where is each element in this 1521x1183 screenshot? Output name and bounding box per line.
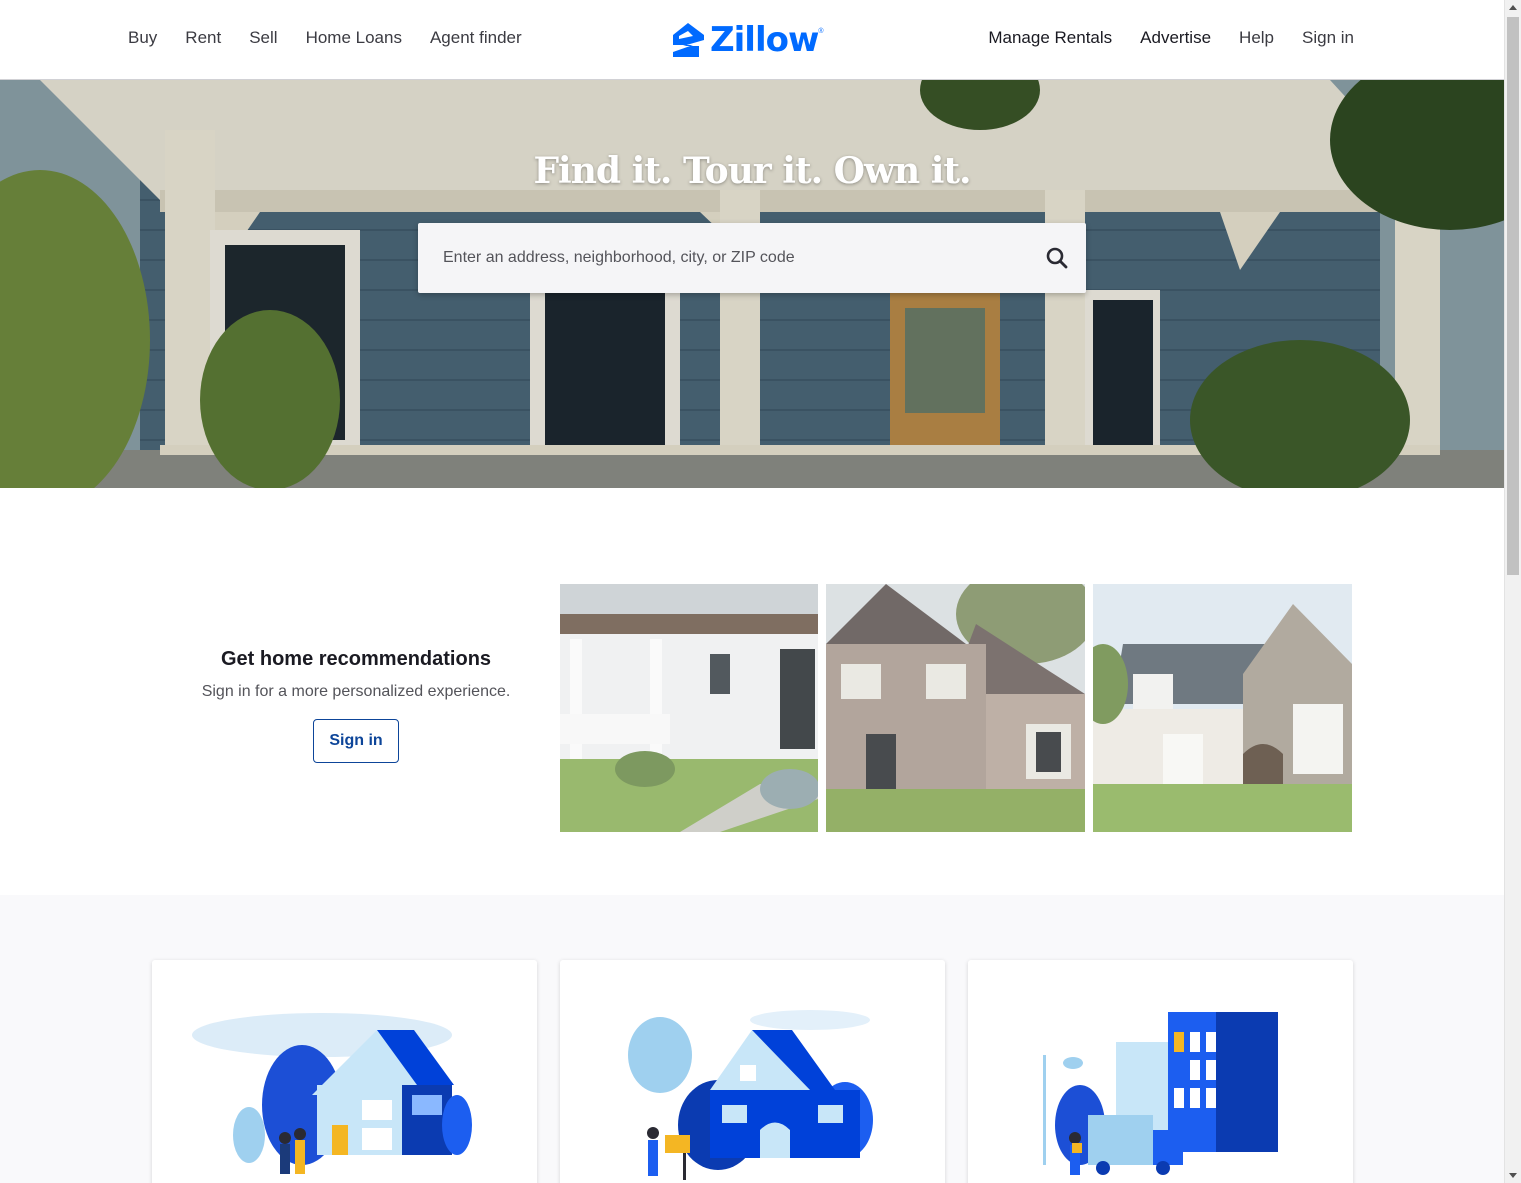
logo-wordmark: Zillow [710,20,819,60]
nav-buy[interactable]: Buy [128,28,157,48]
nav-manage-rentals[interactable]: Manage Rentals [988,28,1112,48]
zillow-logo[interactable]: Zillow ® [671,22,824,58]
nav-advertise[interactable]: Advertise [1140,28,1211,48]
nav-sign-in[interactable]: Sign in [1302,28,1354,48]
buy-home-illustration [192,1013,472,1174]
hero-headline: Find it. Tour it. Own it. [533,150,971,192]
recommendations-subtitle: Sign in for a more personalized experien… [201,683,511,700]
search-input[interactable] [418,223,1018,293]
secondary-nav: Manage Rentals Advertise Help Sign in [960,28,1354,48]
sell-a-home-card[interactable] [560,960,945,1183]
rent-home-illustration [1043,1012,1278,1175]
recommendations-sign-in-button[interactable]: Sign in [313,719,399,763]
scroll-down-arrow-icon[interactable] [1509,1173,1517,1178]
recommendations-title: Get home recommendations [220,648,492,670]
primary-nav: Buy Rent Sell Home Loans Agent finder [128,28,550,48]
logo-registered-mark: ® [818,28,824,35]
sell-home-illustration [628,1010,873,1180]
scroll-up-arrow-icon[interactable] [1509,5,1517,10]
recommended-home-photo-3 [1093,584,1352,832]
nav-help[interactable]: Help [1239,28,1274,48]
recommended-home-photo-2 [826,584,1085,832]
home-recommendations-section: Get home recommendations Sign in for a m… [0,488,1504,895]
nav-agent-finder[interactable]: Agent finder [430,28,522,48]
hero-banner: Find it. Tour it. Own it. [0,80,1504,488]
top-navigation-bar: Buy Rent Sell Home Loans Agent finder Zi… [0,0,1504,80]
search-icon[interactable] [1044,245,1070,271]
page-scrollbar[interactable] [1504,0,1521,1183]
rent-a-home-card[interactable] [968,960,1353,1183]
recommendations-prompt: Get home recommendations Sign in for a m… [166,648,546,763]
nav-home-loans[interactable]: Home Loans [306,28,402,48]
nav-rent[interactable]: Rent [185,28,221,48]
zillow-house-icon [673,23,704,57]
search-bar [418,223,1086,293]
scrollbar-thumb[interactable] [1507,17,1519,575]
services-cards-section [0,895,1504,1183]
nav-sell[interactable]: Sell [249,28,277,48]
buy-a-home-card[interactable] [152,960,537,1183]
recommended-home-photo-1 [560,584,818,832]
